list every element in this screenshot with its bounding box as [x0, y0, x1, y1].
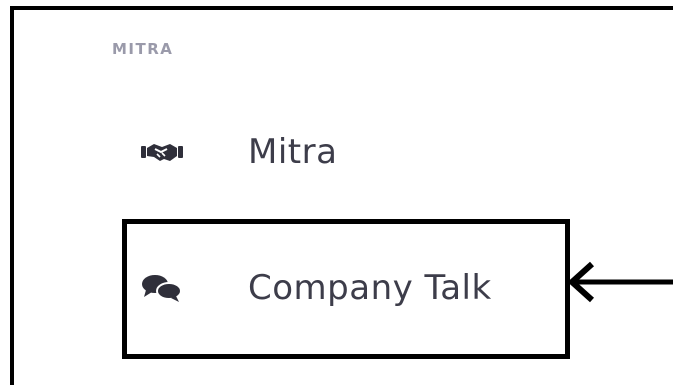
annotation-arrow-icon [567, 261, 673, 303]
handshake-icon [138, 137, 186, 167]
sidebar-item-label: Mitra [248, 132, 338, 172]
frame-border-top [10, 6, 673, 10]
sidebar-item-mitra[interactable]: Mitra [138, 122, 337, 182]
section-label: MITRA [112, 40, 174, 58]
annotation-highlight-box [122, 219, 570, 359]
frame-border-left [10, 6, 14, 385]
